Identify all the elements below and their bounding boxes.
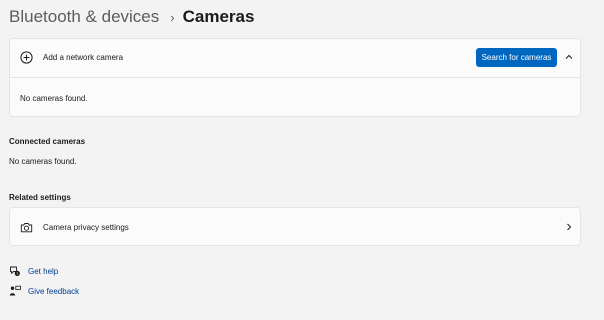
connected-cameras-empty-text: No cameras found. [9, 157, 77, 166]
breadcrumb-separator: › [170, 9, 175, 25]
camera-privacy-settings-row[interactable]: Camera privacy settings [9, 207, 581, 246]
camera-privacy-settings-label: Camera privacy settings [43, 223, 129, 232]
get-help-label[interactable]: Get help [28, 267, 58, 276]
breadcrumb: Bluetooth & devices › Cameras [9, 4, 254, 30]
help-icon: ? [9, 265, 21, 277]
network-camera-card: Add a network camera Search for cameras … [9, 38, 581, 117]
feedback-icon [9, 285, 21, 297]
page-title: Cameras [182, 7, 255, 26]
give-feedback-link[interactable]: Give feedback [9, 284, 79, 298]
network-camera-header[interactable]: Add a network camera Search for cameras [10, 39, 580, 77]
chevron-right-icon [563, 221, 575, 233]
related-settings-heading: Related settings [9, 193, 71, 202]
add-circle-icon [20, 51, 33, 64]
camera-icon [20, 221, 33, 234]
connected-cameras-heading: Connected cameras [9, 137, 86, 146]
get-help-link[interactable]: ? Get help [9, 264, 58, 278]
chevron-up-icon[interactable] [563, 51, 575, 63]
add-network-camera-label: Add a network camera [43, 53, 124, 62]
search-for-cameras-button[interactable]: Search for cameras [476, 48, 557, 67]
card-divider [10, 77, 580, 78]
breadcrumb-parent[interactable]: Bluetooth & devices [9, 7, 159, 27]
give-feedback-label[interactable]: Give feedback [28, 287, 79, 296]
network-cameras-empty-text: No cameras found. [20, 94, 88, 103]
